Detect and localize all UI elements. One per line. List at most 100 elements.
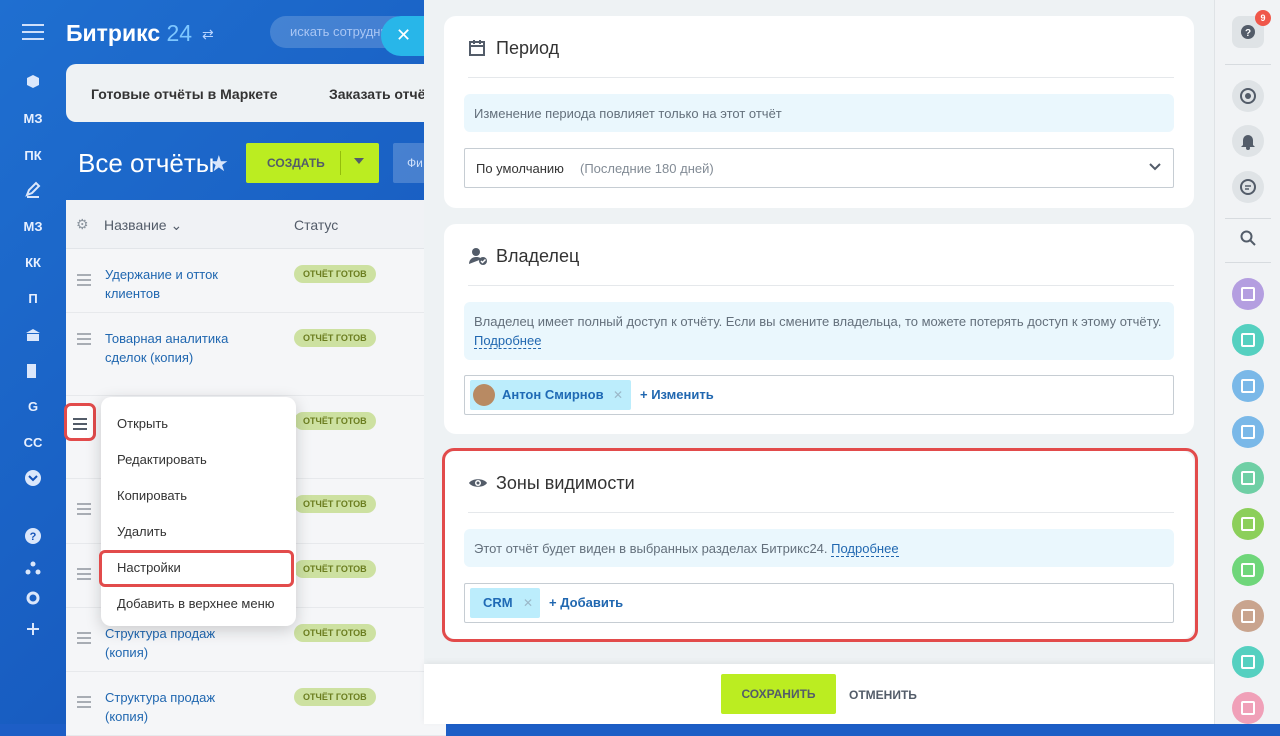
task-avatar[interactable]: [1232, 554, 1264, 586]
status-badge: ОТЧЁТ ГОТОВ: [294, 560, 376, 578]
tab-order-report[interactable]: Заказать отчёт: [329, 86, 432, 102]
owner-note: Владелец имеет полный доступ к отчёту. Е…: [464, 302, 1174, 360]
chat-button[interactable]: [1232, 171, 1264, 203]
task-check-icon: [1241, 701, 1255, 715]
task-avatar[interactable]: [1232, 370, 1264, 402]
task-avatar[interactable]: [1232, 416, 1264, 448]
task-avatar[interactable]: [1232, 692, 1264, 724]
report-name[interactable]: Товарная аналитика сделок (копия): [105, 329, 235, 367]
settings-sliders-icon[interactable]: ⇄: [202, 26, 214, 43]
task-avatar[interactable]: [1232, 646, 1264, 678]
nav-item-1[interactable]: МЗ: [0, 111, 66, 126]
menu-item-add-to-top-menu[interactable]: Добавить в верхнее меню: [117, 596, 275, 611]
table-row[interactable]: Товарная аналитика сделок (копия) ОТЧЁТ …: [66, 313, 446, 396]
owner-note-text: Владелец имеет полный доступ к отчёту. Е…: [474, 314, 1162, 329]
menu-item-delete[interactable]: Удалить: [117, 524, 167, 539]
page-title: Все отчёты: [78, 148, 215, 178]
brand-logo[interactable]: Битрикс 24: [66, 20, 192, 47]
period-select-value: По умолчанию: [476, 161, 564, 176]
activity-stream-button[interactable]: [1232, 80, 1264, 112]
period-note: Изменение периода повлияет только на это…: [464, 94, 1174, 132]
task-check-icon: [1241, 471, 1255, 485]
owner-selector[interactable]: Антон Смирнов ✕ + Изменить: [464, 375, 1174, 415]
structure-icon[interactable]: [24, 559, 42, 577]
nav-item-5[interactable]: П: [0, 291, 66, 306]
task-avatar[interactable]: [1232, 508, 1264, 540]
owner-card: Владелец Владелец имеет полный доступ к …: [444, 224, 1194, 434]
plus-icon[interactable]: [24, 620, 42, 638]
help-icon[interactable]: ?: [24, 527, 42, 545]
task-check-icon: [1241, 655, 1255, 669]
create-button-label: СОЗДАТЬ: [267, 156, 325, 170]
column-status-header[interactable]: Статус: [294, 217, 338, 233]
help-icon: ?: [1241, 25, 1255, 39]
document-edit-icon[interactable]: [24, 362, 42, 380]
gear-icon[interactable]: [24, 589, 42, 607]
gear-icon[interactable]: ⚙: [76, 216, 89, 233]
menu-item-edit[interactable]: Редактировать: [117, 452, 207, 467]
pen-icon[interactable]: [24, 181, 42, 199]
report-name[interactable]: Структура продаж (копия): [105, 624, 235, 662]
user-check-icon: [469, 248, 487, 265]
owner-tag: Антон Смирнов ✕: [470, 380, 631, 410]
remove-owner-icon[interactable]: ✕: [613, 380, 623, 410]
market-tabs: Готовые отчёты в Маркете Заказать отчёт: [66, 64, 446, 122]
task-avatar[interactable]: [1232, 278, 1264, 310]
menu-item-open[interactable]: Открыть: [117, 416, 168, 431]
drag-handle-icon[interactable]: [77, 696, 91, 711]
drag-handle-icon[interactable]: [77, 632, 91, 647]
task-check-icon: [1241, 287, 1255, 301]
chevron-down-icon[interactable]: [354, 158, 364, 164]
task-avatar[interactable]: [1232, 324, 1264, 356]
report-name[interactable]: Удержание и отток клиентов: [105, 265, 235, 303]
nav-item-6[interactable]: G: [0, 399, 66, 414]
star-icon[interactable]: ★: [209, 151, 229, 177]
period-title: Период: [496, 38, 560, 58]
nav-item-7[interactable]: СС: [0, 435, 66, 450]
owner-header: Владелец: [468, 246, 1174, 286]
report-name[interactable]: Структура продаж (копия): [105, 688, 235, 726]
divider: [1225, 262, 1271, 263]
period-header: Период: [468, 38, 1174, 78]
close-icon[interactable]: ✕: [381, 16, 427, 56]
nav-item-3[interactable]: МЗ: [0, 219, 66, 234]
table-row[interactable]: Структура продаж (копия) ОТЧЁТ ГОТОВ: [66, 672, 446, 736]
nav-item-4[interactable]: КК: [0, 255, 66, 270]
context-menu: Открыть Редактировать Копировать Удалить…: [101, 397, 296, 626]
owner-more-link[interactable]: Подробнее: [474, 333, 542, 349]
drag-handle-icon[interactable]: [77, 568, 91, 583]
task-avatar[interactable]: [1232, 462, 1264, 494]
drag-handle-icon[interactable]: [77, 503, 91, 518]
nav-item-2[interactable]: ПК: [0, 148, 66, 163]
brand-number: 24: [166, 20, 193, 46]
menu-item-copy[interactable]: Копировать: [117, 488, 187, 503]
help-counter-badge: 9: [1255, 10, 1271, 26]
column-name-label: Название: [104, 217, 167, 233]
task-avatar[interactable]: [1232, 600, 1264, 632]
save-button[interactable]: СОХРАНИТЬ: [721, 674, 836, 714]
bank-icon[interactable]: [24, 326, 42, 344]
calendar-icon: [469, 40, 485, 56]
chevron-circle-icon[interactable]: [24, 469, 42, 487]
create-button[interactable]: СОЗДАТЬ: [246, 143, 379, 183]
period-card: Период Изменение периода повлияет только…: [444, 16, 1194, 208]
period-select-hint: (Последние 180 дней): [580, 161, 714, 176]
row-menu-button[interactable]: [64, 403, 96, 441]
menu-icon[interactable]: [22, 24, 44, 40]
avatar: [473, 384, 495, 406]
cube-icon[interactable]: [24, 73, 42, 91]
table-row[interactable]: Удержание и отток клиентов ОТЧЁТ ГОТОВ: [66, 249, 446, 313]
right-bar: ? 9: [1214, 0, 1280, 724]
search-icon[interactable]: [1240, 230, 1256, 246]
notifications-button[interactable]: [1232, 125, 1264, 157]
cancel-button[interactable]: ОТМЕНИТЬ: [849, 688, 917, 702]
drag-handle-icon[interactable]: [77, 274, 91, 289]
task-check-icon: [1241, 609, 1255, 623]
panel-footer: СОХРАНИТЬ ОТМЕНИТЬ: [424, 664, 1214, 724]
status-badge: ОТЧЁТ ГОТОВ: [294, 329, 376, 347]
drag-handle-icon[interactable]: [77, 333, 91, 348]
column-name-header[interactable]: Название ⌄: [104, 217, 182, 234]
period-select[interactable]: По умолчанию (Последние 180 дней): [464, 148, 1174, 188]
tab-market-reports[interactable]: Готовые отчёты в Маркете: [91, 86, 278, 102]
change-owner-link[interactable]: + Изменить: [640, 387, 714, 402]
